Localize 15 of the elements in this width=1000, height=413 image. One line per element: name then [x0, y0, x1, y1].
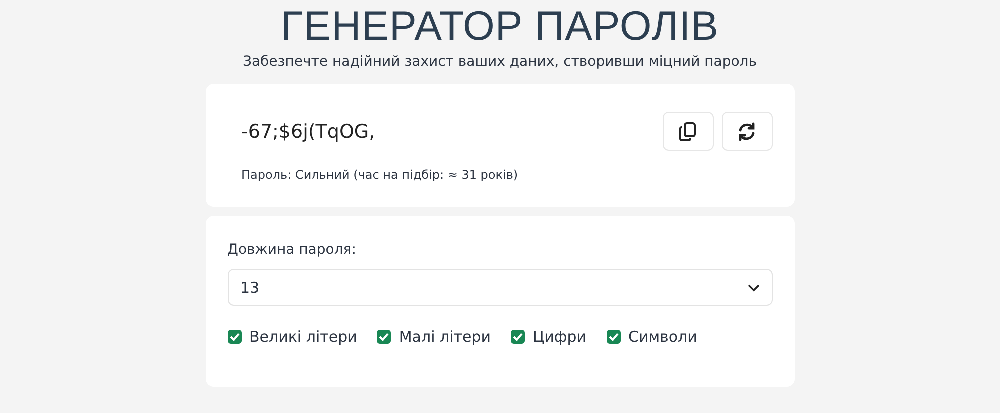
option-checkbox[interactable]: Символи [606, 328, 698, 346]
page-title: ГЕНЕРАТОР ПАРОЛІВ [281, 2, 719, 50]
password-text: -67;$6j(TqOG, [242, 120, 376, 142]
copy-icon [679, 122, 697, 142]
length-label: Довжина пароля: [228, 242, 358, 258]
strength-text: Пароль: Сильний (час на підбір: ≈ 31 років) [242, 168, 520, 182]
option-checkbox[interactable]: Цифри [511, 328, 586, 346]
chevron-down-icon [748, 284, 760, 292]
length-dropdown[interactable]: 13 [228, 269, 772, 306]
option-checkbox[interactable]: Великі літери [228, 328, 358, 346]
copy-button[interactable] [662, 112, 714, 151]
refresh-button[interactable] [722, 112, 772, 151]
option-checkbox[interactable]: Малі літери [377, 328, 491, 346]
page-subtitle: Забезпечте надійний захист ваших даних, створивши міцний пароль [242, 54, 757, 70]
refresh-icon [737, 122, 757, 142]
